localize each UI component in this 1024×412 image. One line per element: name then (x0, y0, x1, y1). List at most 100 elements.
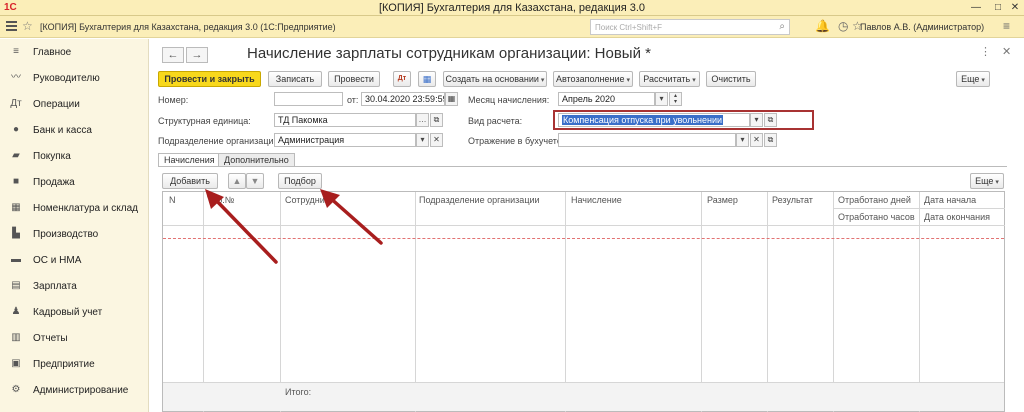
pick-button[interactable]: Подбор (278, 173, 322, 189)
report-icon: ▥ (11, 332, 21, 343)
gear-icon: ⚙ (11, 384, 21, 395)
favorites-star-icon[interactable]: ☆ (22, 19, 33, 33)
accounting-field[interactable] (558, 133, 736, 147)
post-and-close-button[interactable]: Провести и закрыть (158, 71, 261, 87)
date-field[interactable]: 30.04.2020 23:59:59 (361, 92, 445, 106)
column-header-accrual[interactable]: Начисление (571, 195, 622, 205)
forward-button[interactable]: → (186, 47, 208, 63)
sidebar-item-purchases[interactable]: ▰ Покупка (0, 143, 149, 169)
sections-sidebar: ≡ Главное 〰 Руководителю Дт Операции ● Б… (0, 39, 149, 412)
chevron-down-icon: ▾ (995, 179, 999, 186)
list-icon: ≡ (13, 46, 19, 57)
number-field[interactable] (274, 92, 343, 106)
sidebar-item-enterprise[interactable]: ▣ Предприятие (0, 351, 149, 377)
form-close-icon[interactable]: ✕ (1002, 45, 1011, 58)
sidebar-item-main[interactable]: ≡ Главное (0, 39, 149, 65)
calc-type-label: Вид расчета: (468, 116, 523, 126)
back-button[interactable]: ← (162, 47, 184, 63)
calculate-button[interactable]: Рассчитать ▾ (639, 71, 700, 87)
month-field[interactable]: Апрель 2020 (558, 92, 655, 106)
sidebar-item-bank[interactable]: ● Банк и касса (0, 117, 149, 143)
column-header-end-date[interactable]: Дата окончания (924, 212, 990, 222)
sidebar-item-label: Руководителю (33, 73, 100, 84)
close-icon[interactable]: ✕ (1003, 0, 1024, 16)
history-icon[interactable]: ◷ (838, 19, 848, 33)
department-label: Подразделение организации: (158, 136, 282, 146)
table-more-label: Еще (975, 176, 994, 186)
sidebar-item-hr[interactable]: ♟ Кадровый учет (0, 299, 149, 325)
dropdown-icon[interactable]: ▾ (655, 92, 668, 106)
autofill-button[interactable]: Автозаполнение ▾ (553, 71, 633, 87)
create-based-on-button[interactable]: Создать на основании ▾ (443, 71, 547, 87)
department-field[interactable]: Администрация (274, 133, 416, 147)
column-header-department[interactable]: Подразделение организации (419, 195, 540, 205)
main-menu-icon[interactable] (6, 21, 17, 32)
clear-icon[interactable]: ✕ (430, 133, 443, 147)
select-ellipsis-icon[interactable]: … (416, 113, 429, 127)
sidebar-item-sales[interactable]: ■ Продажа (0, 169, 149, 195)
sidebar-item-admin[interactable]: ⚙ Администрирование (0, 377, 149, 403)
current-user[interactable]: Павлов А.В. (Администратор) (860, 22, 984, 32)
post-button[interactable]: Провести (328, 71, 380, 87)
header-divider (163, 225, 1005, 226)
open-icon[interactable]: ⧉ (764, 133, 777, 147)
sidebar-item-label: Кадровый учет (33, 307, 103, 318)
bag-icon: ■ (12, 176, 20, 187)
autofill-label: Автозаполнение (555, 74, 625, 84)
dropdown-icon[interactable]: ▾ (416, 133, 429, 147)
truck-icon: ▬ (11, 254, 21, 265)
move-up-icon[interactable]: ▲ (228, 173, 246, 189)
open-icon[interactable]: ⧉ (430, 113, 443, 127)
notifications-bell-icon[interactable]: 🔔 (815, 19, 830, 33)
accruals-table: N Таб.№ Сотрудник Подразделение организа… (162, 191, 1005, 412)
tab-additional[interactable]: Дополнительно (218, 153, 295, 167)
column-header-tab-number[interactable]: Таб.№ (207, 195, 234, 205)
chevron-down-icon: ▾ (540, 77, 545, 84)
sidebar-item-production[interactable]: ▙ Производство (0, 221, 149, 247)
unit-label: Структурная единица: (158, 116, 251, 126)
search-icon[interactable]: ⌕ (779, 21, 785, 32)
sidebar-item-operations[interactable]: Дт Операции (0, 91, 149, 117)
clear-icon[interactable]: ✕ (750, 133, 763, 147)
sidebar-item-label: Номенклатура и склад (33, 203, 138, 214)
empty-row-marker (163, 238, 1004, 239)
dropdown-icon[interactable]: ▾ (736, 133, 749, 147)
sidebar-item-reports[interactable]: ▥ Отчеты (0, 325, 149, 351)
bank-icon: ● (12, 124, 20, 135)
global-search-input[interactable]: Поиск Ctrl+Shift+F ⌕ (590, 19, 790, 35)
save-button[interactable]: Записать (268, 71, 322, 87)
column-header-employee[interactable]: Сотрудник (285, 195, 329, 205)
unit-field[interactable]: ТД Пакомка (274, 113, 416, 127)
people-icon: ♟ (11, 306, 21, 317)
column-header-hours-worked[interactable]: Отработано часов (838, 212, 915, 222)
settings-menu-icon[interactable]: ≡ (1003, 19, 1010, 33)
more-label: Еще (961, 74, 980, 84)
sidebar-item-director[interactable]: 〰 Руководителю (0, 65, 149, 91)
move-down-icon[interactable]: ▼ (246, 173, 264, 189)
calendar-icon[interactable]: ▦ (445, 92, 458, 106)
table-footer: Итого: (163, 382, 1004, 411)
sidebar-item-fixed-assets[interactable]: ▬ ОС и НМА (0, 247, 149, 273)
print-icon[interactable]: ▦ (418, 71, 436, 87)
page-title: Начисление зарплаты сотрудникам организа… (247, 45, 651, 62)
column-header-result[interactable]: Результат (772, 195, 813, 205)
table-more-button[interactable]: Еще ▾ (970, 173, 1004, 189)
column-header-days-worked[interactable]: Отработано дней (838, 195, 911, 205)
clear-button[interactable]: Очистить (706, 71, 756, 87)
dt-kt-icon[interactable]: Дт (393, 71, 411, 87)
sidebar-item-salary[interactable]: ▤ Зарплата (0, 273, 149, 299)
column-header-amount[interactable]: Размер (707, 195, 738, 205)
more-button[interactable]: Еще ▾ (956, 71, 990, 87)
add-button[interactable]: Добавить (162, 173, 218, 189)
month-stepper[interactable]: ▴ ▾ (669, 92, 682, 106)
chevron-down-icon: ▾ (626, 77, 631, 84)
header-divider (833, 208, 1005, 209)
sidebar-item-warehouse[interactable]: ▦ Номенклатура и склад (0, 195, 149, 221)
more-actions-icon[interactable]: ⋮ (980, 45, 991, 58)
tab-accruals[interactable]: Начисления (158, 153, 221, 167)
column-header-n[interactable]: N (169, 195, 176, 205)
minimize-icon[interactable]: — (964, 0, 988, 16)
column-header-start-date[interactable]: Дата начала (924, 195, 976, 205)
search-placeholder: Поиск Ctrl+Shift+F (595, 23, 663, 32)
month-label: Месяц начисления: (468, 95, 550, 105)
